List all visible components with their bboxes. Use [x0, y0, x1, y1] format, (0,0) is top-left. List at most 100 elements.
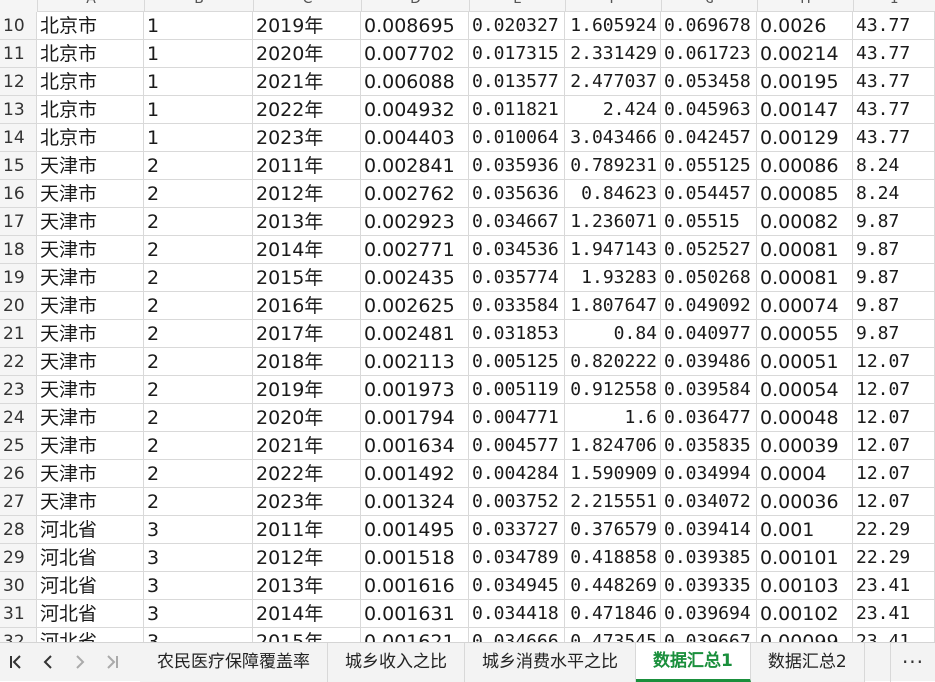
cell-f[interactable]: 1.6: [565, 404, 661, 432]
cell-d[interactable]: 0.001973: [361, 376, 469, 404]
cell-e[interactable]: 0.003752: [469, 488, 565, 516]
last-sheet-icon[interactable]: [96, 643, 128, 682]
cell-a[interactable]: 天津市: [37, 264, 144, 292]
cell-d[interactable]: 0.004403: [361, 124, 469, 152]
row-header[interactable]: 11: [0, 40, 37, 68]
cell-d[interactable]: 0.001616: [361, 572, 469, 600]
cell-a[interactable]: 河北省: [37, 544, 144, 572]
cell-d[interactable]: 0.002481: [361, 320, 469, 348]
cell-h[interactable]: 0.00085: [757, 180, 853, 208]
cell-c[interactable]: 2018年: [253, 348, 361, 376]
cell-g[interactable]: 0.042457: [661, 124, 757, 152]
cell-d[interactable]: 0.001518: [361, 544, 469, 572]
cell-h[interactable]: 0.0026: [757, 12, 853, 40]
cell-e[interactable]: 0.017315: [469, 40, 565, 68]
cell-g[interactable]: 0.052527: [661, 236, 757, 264]
cell-a[interactable]: 天津市: [37, 292, 144, 320]
column-header-i[interactable]: I: [854, 0, 935, 12]
cell-b[interactable]: 2: [144, 488, 253, 516]
row-header[interactable]: 27: [0, 488, 37, 516]
cell-g[interactable]: 0.050268: [661, 264, 757, 292]
row-header[interactable]: 20: [0, 292, 37, 320]
cell-i[interactable]: 9.87: [853, 264, 935, 292]
cell-f[interactable]: 0.473545: [565, 628, 661, 642]
cell-i[interactable]: 9.87: [853, 320, 935, 348]
cell-e[interactable]: 0.034418: [469, 600, 565, 628]
cell-f[interactable]: 0.84623: [565, 180, 661, 208]
cell-g[interactable]: 0.039335: [661, 572, 757, 600]
column-header-f[interactable]: F: [566, 0, 662, 12]
cell-i[interactable]: 8.24: [853, 152, 935, 180]
cell-c[interactable]: 2012年: [253, 180, 361, 208]
cell-f[interactable]: 1.590909: [565, 460, 661, 488]
cell-a[interactable]: 河北省: [37, 516, 144, 544]
cell-b[interactable]: 2: [144, 180, 253, 208]
cell-c[interactable]: 2019年: [253, 12, 361, 40]
cell-f[interactable]: 2.477037: [565, 68, 661, 96]
cell-d[interactable]: 0.002435: [361, 264, 469, 292]
cell-e[interactable]: 0.020327: [469, 12, 565, 40]
row-header[interactable]: 23: [0, 376, 37, 404]
cell-b[interactable]: 2: [144, 376, 253, 404]
cell-f[interactable]: 2.424: [565, 96, 661, 124]
column-header-c[interactable]: C: [254, 0, 362, 12]
cell-c[interactable]: 2013年: [253, 208, 361, 236]
cell-d[interactable]: 0.001324: [361, 488, 469, 516]
cell-e[interactable]: 0.005125: [469, 348, 565, 376]
row-header[interactable]: 29: [0, 544, 37, 572]
row-header[interactable]: 12: [0, 68, 37, 96]
cell-f[interactable]: 1.807647: [565, 292, 661, 320]
cell-c[interactable]: 2011年: [253, 152, 361, 180]
cell-c[interactable]: 2023年: [253, 488, 361, 516]
row-header[interactable]: 26: [0, 460, 37, 488]
cell-b[interactable]: 2: [144, 208, 253, 236]
cell-d[interactable]: 0.001621: [361, 628, 469, 642]
cell-e[interactable]: 0.004577: [469, 432, 565, 460]
cell-f[interactable]: 2.215551: [565, 488, 661, 516]
column-header-b[interactable]: B: [145, 0, 254, 12]
cell-f[interactable]: 1.605924: [565, 12, 661, 40]
sheet-tab[interactable]: 农民医疗保障覆盖率: [140, 642, 328, 682]
cell-h[interactable]: 0.00103: [757, 572, 853, 600]
cell-d[interactable]: 0.008695: [361, 12, 469, 40]
cell-a[interactable]: 天津市: [37, 460, 144, 488]
cell-a[interactable]: 河北省: [37, 572, 144, 600]
cell-d[interactable]: 0.002113: [361, 348, 469, 376]
cell-b[interactable]: 1: [144, 12, 253, 40]
cell-g[interactable]: 0.040977: [661, 320, 757, 348]
row-header[interactable]: 19: [0, 264, 37, 292]
more-sheets-button[interactable]: ···: [890, 642, 935, 682]
row-header[interactable]: 25: [0, 432, 37, 460]
cell-a[interactable]: 北京市: [37, 124, 144, 152]
cell-i[interactable]: 43.77: [853, 40, 935, 68]
cell-i[interactable]: 43.77: [853, 96, 935, 124]
cell-i[interactable]: 22.29: [853, 544, 935, 572]
cell-h[interactable]: 0.00081: [757, 236, 853, 264]
cell-d[interactable]: 0.007702: [361, 40, 469, 68]
cell-e[interactable]: 0.035774: [469, 264, 565, 292]
cell-c[interactable]: 2022年: [253, 460, 361, 488]
cell-d[interactable]: 0.002841: [361, 152, 469, 180]
cell-i[interactable]: 12.07: [853, 404, 935, 432]
cell-c[interactable]: 2011年: [253, 516, 361, 544]
cell-g[interactable]: 0.034072: [661, 488, 757, 516]
cell-i[interactable]: 9.87: [853, 292, 935, 320]
cell-c[interactable]: 2016年: [253, 292, 361, 320]
spreadsheet-grid-area[interactable]: ABCDEFGHI 10北京市12019年0.0086950.0203271.6…: [0, 0, 935, 642]
cell-d[interactable]: 0.002762: [361, 180, 469, 208]
cell-a[interactable]: 北京市: [37, 40, 144, 68]
cell-h[interactable]: 0.00195: [757, 68, 853, 96]
cell-h[interactable]: 0.001: [757, 516, 853, 544]
cell-h[interactable]: 0.0004: [757, 460, 853, 488]
first-sheet-icon[interactable]: [0, 643, 32, 682]
cell-i[interactable]: 12.07: [853, 376, 935, 404]
column-header-a[interactable]: A: [38, 0, 145, 12]
cell-b[interactable]: 2: [144, 292, 253, 320]
cell-e[interactable]: 0.034667: [469, 208, 565, 236]
prev-sheet-icon[interactable]: [32, 643, 64, 682]
cell-g[interactable]: 0.039486: [661, 348, 757, 376]
cell-h[interactable]: 0.00086: [757, 152, 853, 180]
cell-b[interactable]: 3: [144, 516, 253, 544]
row-header[interactable]: 24: [0, 404, 37, 432]
cell-g[interactable]: 0.039584: [661, 376, 757, 404]
